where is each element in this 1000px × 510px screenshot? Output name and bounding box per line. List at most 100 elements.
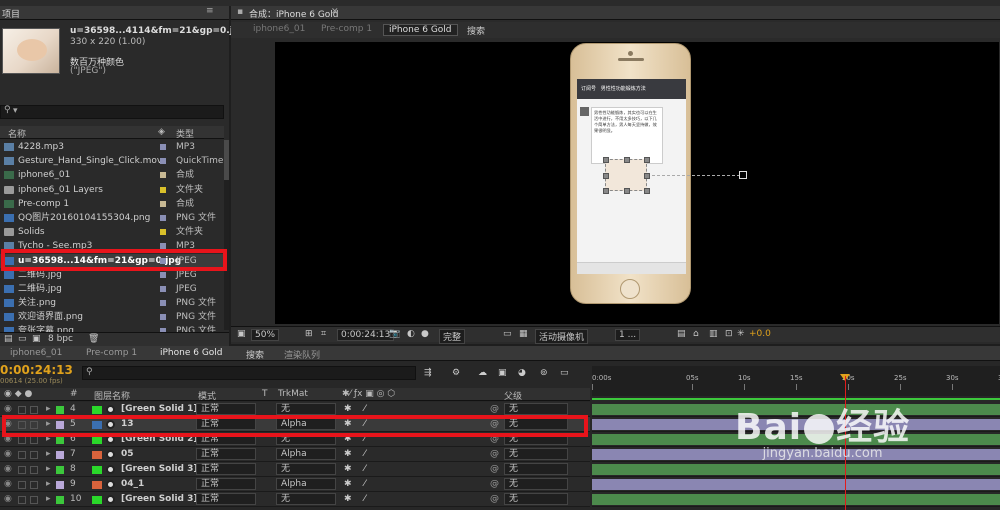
label-swatch[interactable]: [160, 144, 166, 150]
layer-label-color[interactable]: [56, 496, 64, 504]
show-snapshot-icon[interactable]: ◐: [407, 329, 415, 339]
layer-mode-select[interactable]: 正常: [196, 463, 256, 475]
label-swatch[interactable]: [160, 314, 166, 321]
lock-toggle[interactable]: [30, 466, 38, 474]
exposure-icon[interactable]: ✳: [737, 329, 745, 339]
comp-mini-flowchart-icon[interactable]: ⇶: [424, 368, 432, 378]
label-swatch[interactable]: [160, 200, 166, 207]
layer-trkmat-select[interactable]: 无: [276, 403, 336, 415]
timeline-icon[interactable]: ▥: [709, 329, 718, 339]
label-swatch[interactable]: [160, 285, 166, 292]
solo-toggle[interactable]: [18, 466, 26, 474]
selected-layer-bounds[interactable]: [603, 157, 650, 194]
label-swatch[interactable]: [160, 172, 166, 179]
flowchart-icon[interactable]: ⊡: [725, 329, 733, 339]
layer-label-color[interactable]: [56, 451, 64, 459]
label-swatch[interactable]: [160, 214, 166, 221]
grid-icon[interactable]: ⌗: [321, 329, 326, 339]
solo-toggle[interactable]: [18, 496, 26, 504]
col-t[interactable]: T: [262, 389, 268, 399]
visibility-icon[interactable]: ◉: [4, 492, 12, 507]
resolution-select[interactable]: 完整: [439, 329, 466, 344]
visibility-icon[interactable]: ◉: [4, 462, 12, 477]
layer-mode-select[interactable]: 正常: [196, 448, 256, 460]
label-swatch[interactable]: [160, 186, 166, 193]
lock-toggle[interactable]: [30, 406, 38, 414]
views-select[interactable]: 1 ...: [615, 329, 641, 341]
col-parent[interactable]: 父级: [504, 389, 522, 402]
solo-toggle[interactable]: [18, 406, 26, 414]
tl-tab-precomp-1[interactable]: Pre-comp 1: [86, 348, 137, 358]
col-trkmat[interactable]: TrkMat: [278, 389, 308, 399]
motion-path-target[interactable]: [739, 171, 747, 179]
transform-handle[interactable]: [644, 188, 650, 194]
label-swatch[interactable]: [160, 271, 166, 278]
layer-row[interactable]: ◉ ▸ 10 [Green Solid 3] 正常 无 ✱ ⁄ @ 无: [0, 492, 590, 507]
layer-mode-select[interactable]: 正常: [196, 403, 256, 415]
project-item[interactable]: Pre-comp 1 合成: [0, 197, 224, 211]
subtab-iphone6-gold[interactable]: iPhone 6 Gold: [383, 24, 458, 36]
project-item[interactable]: 二维码.jpg JPEG: [0, 282, 224, 296]
label-swatch[interactable]: [160, 158, 166, 165]
layer-mode-select[interactable]: 正常: [196, 478, 256, 490]
lock-toggle[interactable]: [30, 436, 38, 444]
project-item[interactable]: 4228.mp3 MP3: [0, 140, 224, 154]
close-icon[interactable]: ✕: [331, 7, 339, 17]
transform-handle[interactable]: [603, 188, 609, 194]
shy-switch-icon[interactable]: ✱: [344, 477, 352, 492]
composition-tab[interactable]: ▪ 合成：iPhone 6 Gold ✕: [231, 6, 1000, 20]
layer-name[interactable]: 05: [121, 447, 134, 462]
quality-switch-icon[interactable]: ⁄: [364, 462, 366, 477]
solo-toggle[interactable]: [18, 436, 26, 444]
layer-duration-bar[interactable]: [592, 492, 1000, 507]
av-switches-icon[interactable]: ◉ ◆ ●: [4, 389, 32, 399]
project-item[interactable]: 欢迎语界面.png PNG 文件: [0, 310, 224, 324]
shy-switch-icon[interactable]: ✱: [344, 447, 352, 462]
expand-triangle-icon[interactable]: ▸: [46, 477, 51, 492]
tl-tab-iphone6-01[interactable]: iphone6_01: [10, 348, 62, 358]
shy-layers-icon[interactable]: ☁: [478, 368, 487, 378]
always-preview-icon[interactable]: ▣: [237, 329, 246, 339]
layer-trkmat-select[interactable]: Alpha: [276, 448, 336, 460]
quality-switch-icon[interactable]: ⁄: [364, 477, 366, 492]
exposure-value[interactable]: +0.0: [749, 329, 771, 339]
column-name[interactable]: 名称: [8, 127, 26, 140]
layer-row[interactable]: ◉ ▸ 8 [Green Solid 3] 正常 无 ✱ ⁄ @ 无: [0, 462, 590, 477]
subtab-precomp-1[interactable]: Pre-comp 1: [321, 24, 372, 34]
lock-toggle[interactable]: [30, 496, 38, 504]
layer-duration-bar[interactable]: [592, 477, 1000, 492]
trash-icon[interactable]: 🗑: [88, 334, 99, 344]
layer-name[interactable]: [Green Solid 3]: [121, 492, 197, 507]
layer-label-color[interactable]: [56, 466, 64, 474]
col-num[interactable]: #: [70, 389, 78, 399]
project-item[interactable]: iphone6_01 合成: [0, 168, 224, 182]
transform-handle[interactable]: [644, 157, 650, 163]
draft-3d-icon[interactable]: ⚙: [452, 368, 460, 378]
project-item[interactable]: QQ图片20160104155304.png PNG 文件: [0, 211, 224, 225]
transform-handle[interactable]: [603, 173, 609, 179]
motion-blur-icon[interactable]: ◕: [518, 368, 526, 378]
channel-icon[interactable]: ●: [421, 329, 429, 339]
layer-parent-select[interactable]: 无: [504, 448, 568, 460]
quality-switch-icon[interactable]: ⁄: [364, 447, 366, 462]
solo-toggle[interactable]: [18, 451, 26, 459]
new-comp-icon[interactable]: ▣: [32, 334, 41, 344]
new-folder-icon[interactable]: ▭: [18, 334, 27, 344]
tl-tab-search[interactable]: 搜索: [246, 348, 264, 361]
snapshot-icon[interactable]: 📷: [389, 329, 400, 339]
expand-triangle-icon[interactable]: ▸: [46, 492, 51, 507]
transform-handle[interactable]: [603, 157, 609, 163]
chevron-down-icon[interactable]: ▾: [13, 106, 18, 116]
layer-trkmat-select[interactable]: Alpha: [276, 478, 336, 490]
layer-name[interactable]: [Green Solid 3]: [121, 462, 197, 477]
solo-toggle[interactable]: [18, 481, 26, 489]
label-swatch[interactable]: [160, 229, 166, 236]
transparency-grid-icon[interactable]: ▦: [519, 329, 528, 339]
layer-parent-select[interactable]: 无: [504, 478, 568, 490]
graph-editor-icon[interactable]: ▭: [560, 368, 569, 378]
col-mode[interactable]: 模式: [198, 389, 216, 402]
layer-label-color[interactable]: [56, 406, 64, 414]
switches-icons[interactable]: ✱⁄ ƒx ▣ ◎ ⬡: [342, 389, 395, 399]
layer-row[interactable]: ◉ ▸ 7 05 正常 Alpha ✱ ⁄ @ 无: [0, 447, 590, 462]
shy-switch-icon[interactable]: ✱: [344, 492, 352, 507]
